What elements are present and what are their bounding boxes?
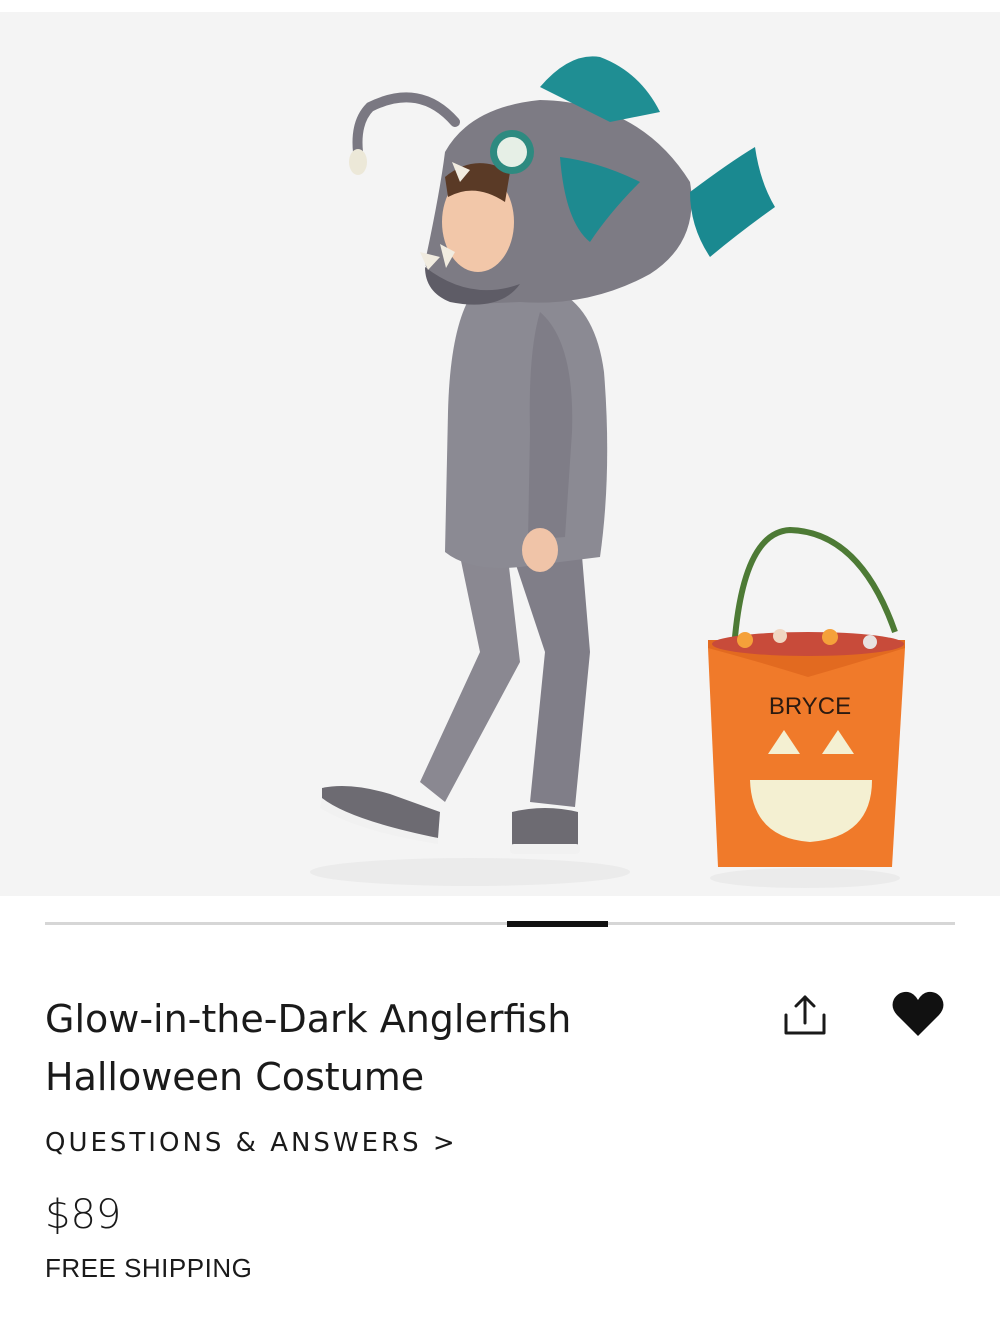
heart-icon: [892, 991, 944, 1036]
product-page: BRYCE Glow-in-the-Dark Anglerfish Hallow…: [0, 0, 1000, 1333]
gallery-pager-indicator[interactable]: [507, 921, 608, 927]
share-button[interactable]: [780, 993, 830, 1039]
share-icon: [784, 995, 826, 1035]
product-image[interactable]: BRYCE: [0, 12, 1000, 896]
favorite-button[interactable]: [890, 990, 946, 1040]
product-title: Glow-in-the-Dark Anglerfish Halloween Co…: [45, 990, 685, 1106]
gallery-pager-track: [45, 922, 955, 925]
product-photo: BRYCE: [310, 56, 905, 888]
product-title-line-1: Glow-in-the-Dark Anglerfish: [45, 997, 572, 1041]
shipping-info: FREE SHIPPING: [45, 1253, 253, 1283]
bucket-name-text: BRYCE: [769, 693, 851, 720]
questions-answers-link[interactable]: QUESTIONS & ANSWERS >: [45, 1128, 458, 1158]
product-title-line-2: Halloween Costume: [45, 1055, 425, 1099]
product-price: $89: [45, 1192, 122, 1238]
